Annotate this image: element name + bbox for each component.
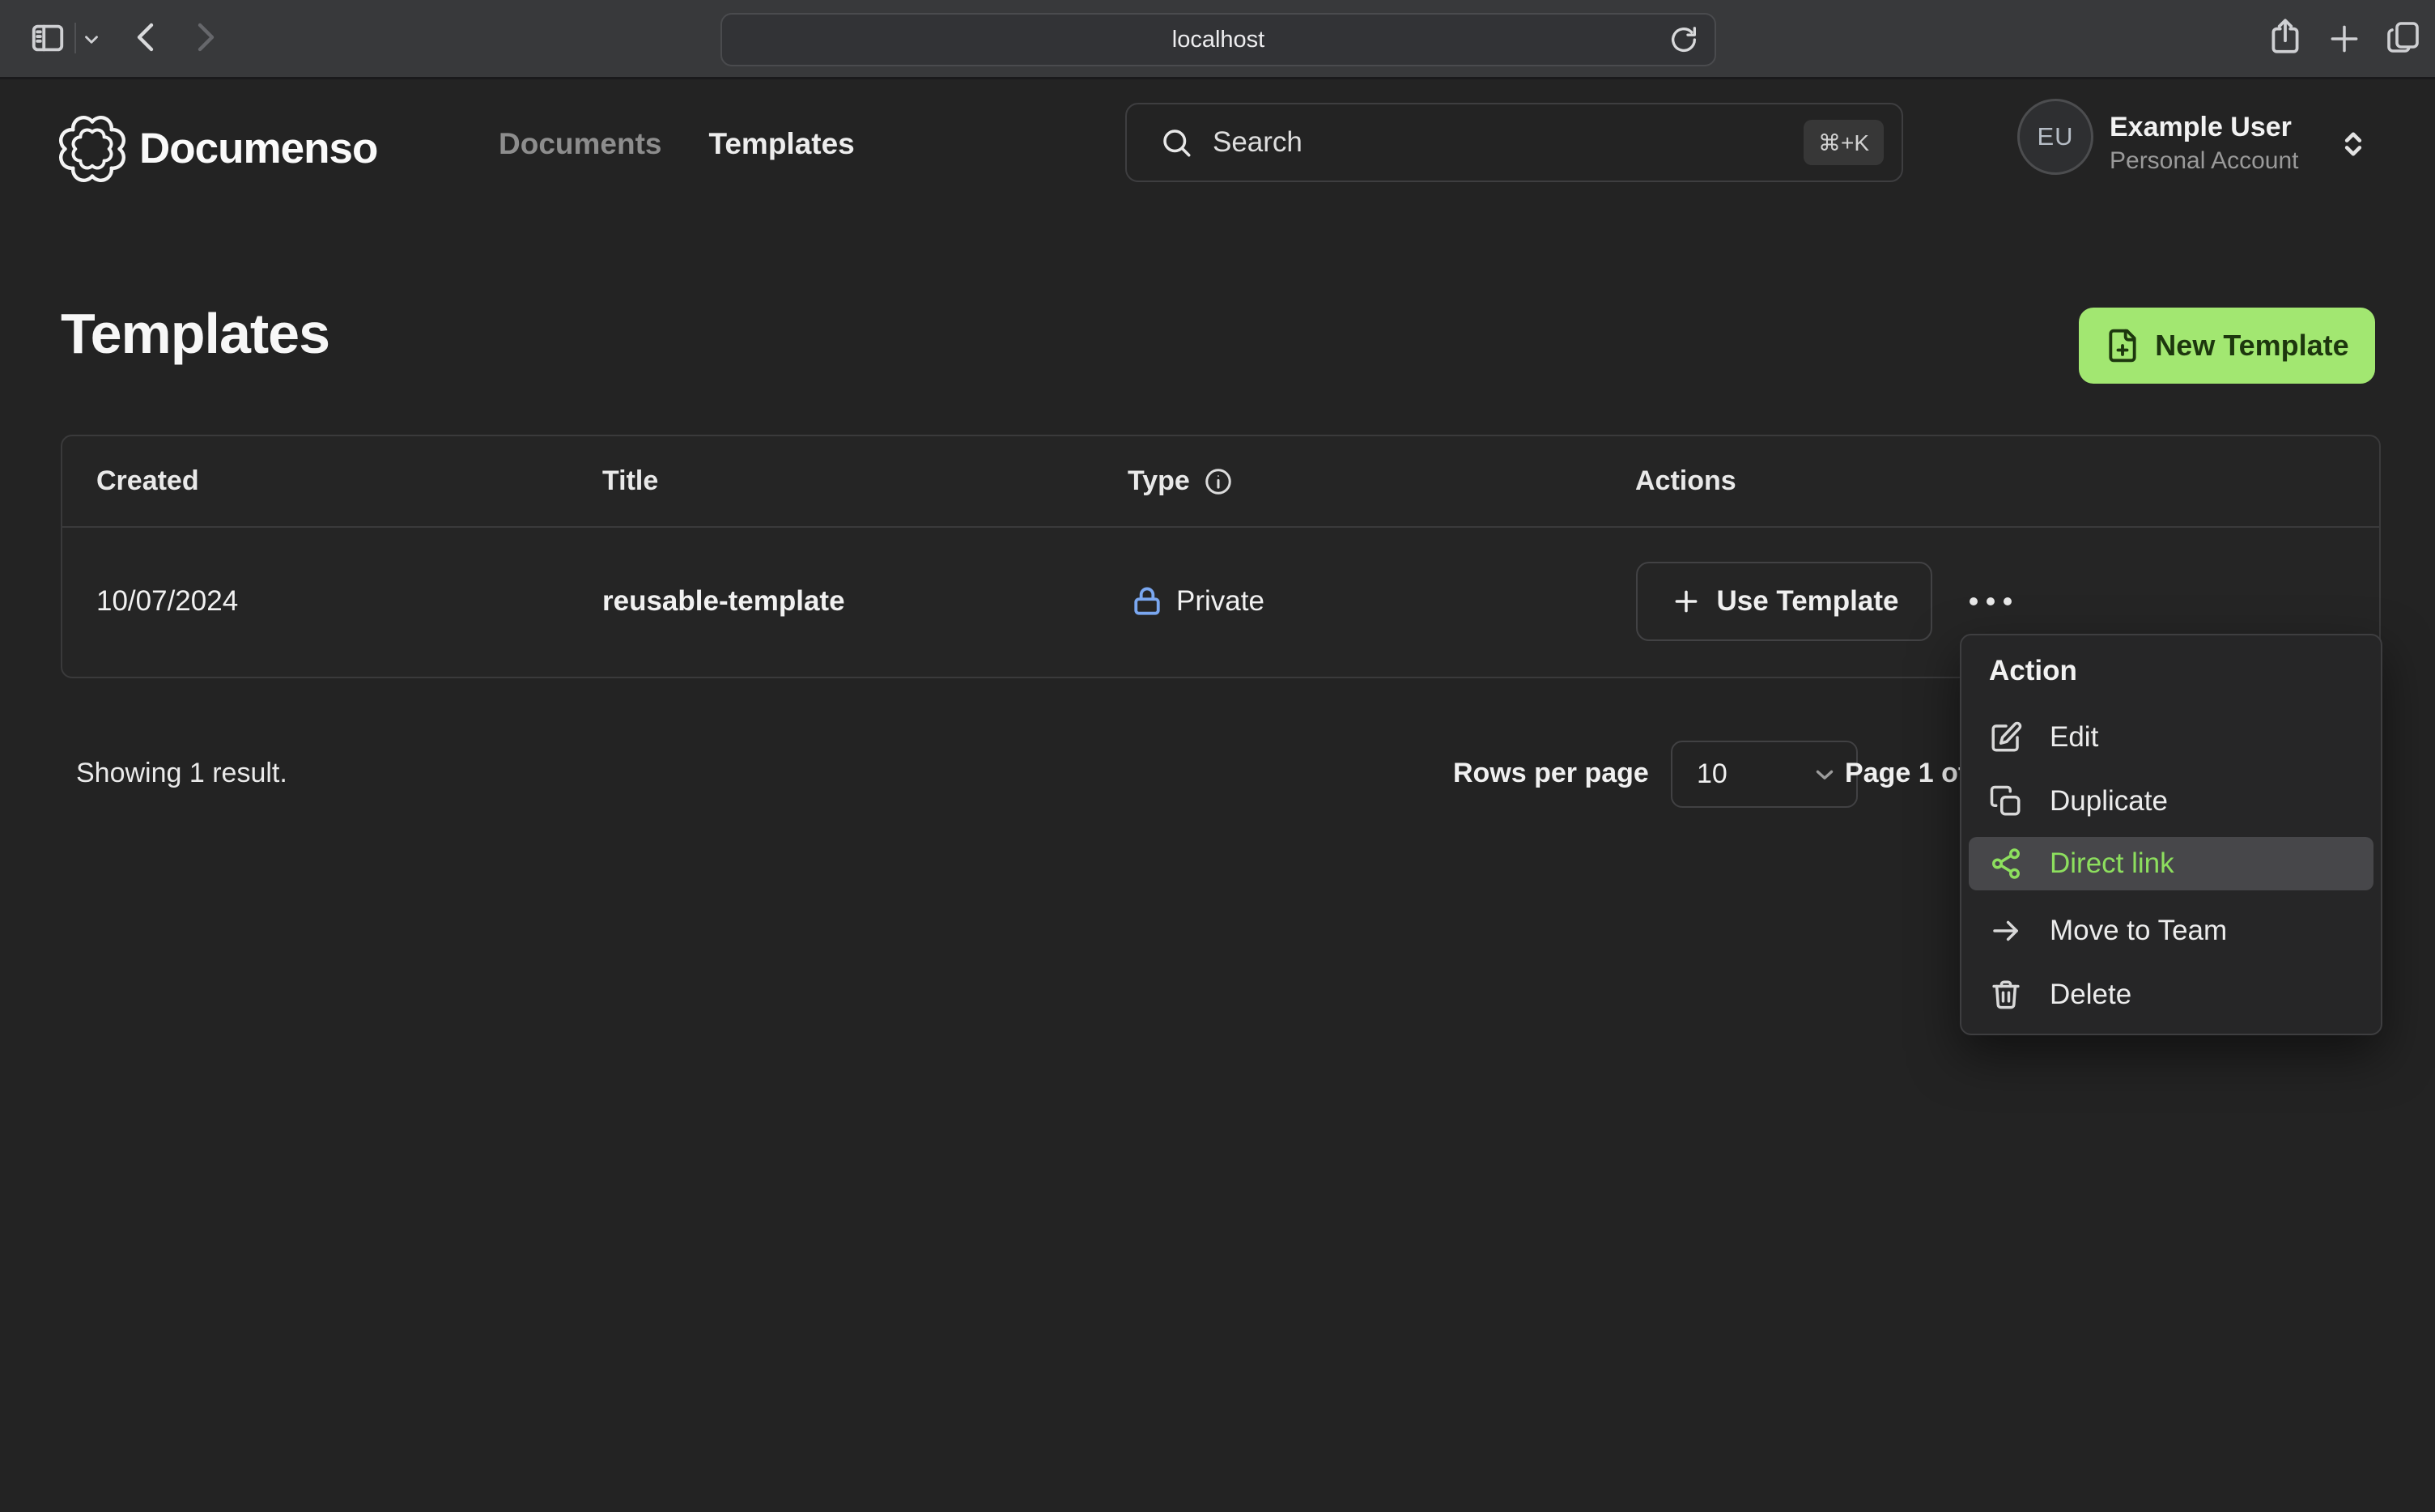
row-action-menu: Action Edit Duplicate Direct link Move t… — [1960, 634, 2382, 1035]
address-bar[interactable]: localhost — [720, 13, 1716, 66]
new-template-label: New Template — [2155, 329, 2349, 362]
info-icon[interactable] — [1203, 466, 1234, 497]
plus-icon — [1675, 590, 1697, 613]
url-text: localhost — [1171, 26, 1265, 53]
delete-icon — [1992, 980, 2020, 1009]
sidebar-chevron-icon[interactable] — [81, 29, 102, 50]
cell-type: Private — [1129, 528, 1264, 675]
edit-icon — [1991, 721, 2022, 752]
cell-title[interactable]: reusable-template — [602, 528, 845, 675]
nav-documents[interactable]: Documents — [499, 127, 661, 161]
rows-per-page-value: 10 — [1697, 758, 1727, 789]
share-icon[interactable] — [2265, 16, 2305, 57]
user-name: Example User — [2110, 112, 2292, 142]
duplicate-icon — [1990, 785, 2021, 816]
use-template-button[interactable]: Use Template — [1636, 562, 1932, 641]
results-count: Showing 1 result. — [76, 758, 287, 788]
search-shortcut-badge: ⌘+K — [1803, 120, 1884, 165]
sidebar-toggle-icon[interactable] — [29, 19, 66, 57]
row-actions-menu-button[interactable] — [1970, 597, 2012, 605]
column-created: Created — [96, 465, 199, 496]
reload-icon[interactable] — [1668, 23, 1700, 56]
user-account-type: Personal Account — [2110, 147, 2299, 174]
toolbar-divider — [74, 23, 76, 53]
main-nav: Documents Templates — [499, 104, 855, 185]
page-title: Templates — [61, 302, 330, 365]
cell-created: 10/07/2024 — [96, 585, 239, 617]
move-icon — [1993, 920, 2018, 941]
column-actions: Actions — [1635, 465, 1736, 496]
cell-actions: Use Template — [1636, 528, 2012, 675]
avatar[interactable]: EU — [2017, 99, 2093, 175]
search-input[interactable] — [1211, 125, 1804, 159]
menu-item-edit[interactable]: Edit — [1969, 708, 2373, 767]
column-title: Title — [602, 465, 659, 496]
lock-icon — [1134, 587, 1160, 615]
nav-templates[interactable]: Templates — [708, 127, 854, 161]
menu-item-duplicate[interactable]: Duplicate — [1969, 772, 2373, 830]
menu-item-delete[interactable]: Delete — [1969, 966, 2373, 1024]
type-label: Private — [1176, 585, 1264, 617]
search-bar[interactable]: ⌘+K — [1125, 103, 1903, 182]
new-template-button[interactable]: New Template — [2079, 308, 2375, 384]
new-tab-icon[interactable] — [2327, 21, 2362, 57]
avatar-initials: EU — [2037, 122, 2074, 151]
back-icon[interactable] — [128, 18, 167, 57]
search-icon — [1163, 130, 1191, 157]
browser-toolbar: localhost — [0, 0, 2435, 79]
documenso-logo-icon[interactable] — [57, 113, 128, 185]
menu-item-move-to-team[interactable]: Move to Team — [1969, 902, 2373, 960]
use-template-label: Use Template — [1716, 585, 1899, 617]
chevron-down-icon — [1816, 770, 1834, 779]
brand-wordmark[interactable]: Documenso — [139, 118, 378, 180]
table-header: Created Title Type Actions — [62, 436, 2379, 528]
forward-icon — [198, 23, 215, 52]
direct-link-icon — [1992, 848, 2020, 879]
menu-item-direct-link[interactable]: Direct link — [1969, 837, 2373, 890]
rows-per-page-label: Rows per page — [1453, 758, 1649, 788]
column-type: Type — [1128, 436, 1234, 526]
screen: localhost Documenso Documents Templates — [0, 0, 2435, 1512]
menu-title: Action — [1989, 655, 2077, 686]
tab-overview-icon[interactable] — [2383, 18, 2422, 57]
account-switcher-icon[interactable] — [2336, 126, 2370, 162]
file-plus-icon — [2109, 329, 2136, 363]
rows-per-page-select[interactable]: 10 — [1671, 741, 1858, 808]
